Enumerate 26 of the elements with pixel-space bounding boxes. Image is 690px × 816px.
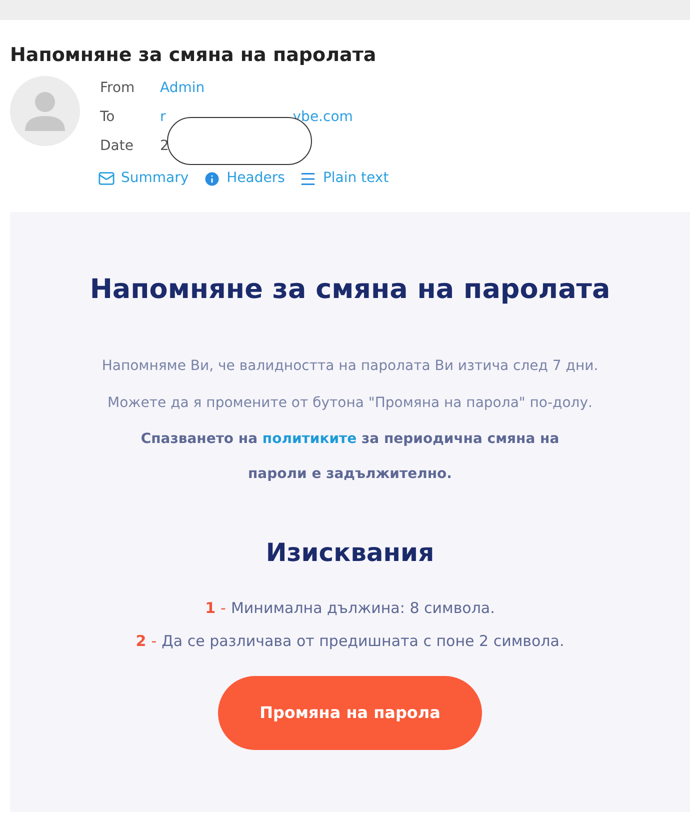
view-link[interactable]: Plain text: [322, 164, 389, 193]
email-subject: Напомняне за смяна на паролата: [10, 43, 378, 68]
sender-link[interactable]: Admin: [160, 74, 205, 103]
policy-link[interactable]: политиките: [262, 431, 357, 447]
info-icon: [202, 170, 221, 188]
requirement-text: Да се различава от предишната с поне 2 символа.: [162, 630, 564, 652]
policy-text: Спазването на политиките за периодична смяна на пароли е задължително.: [140, 430, 560, 484]
body-title: Напомняне за смяна на паролата: [90, 273, 610, 307]
to-label: To: [100, 108, 116, 127]
change-password-button[interactable]: Промяна на парола: [218, 676, 482, 750]
requirement-number: 1: [205, 598, 216, 618]
date-label: Date: [100, 137, 134, 156]
view-link[interactable]: Summary: [121, 164, 189, 193]
dash: -: [220, 598, 226, 618]
requirement-number: 2: [136, 630, 146, 652]
requirement-text: Минимална дължина: 8 символа.: [230, 598, 495, 618]
requirements-title: Изисквания: [266, 537, 434, 569]
envelope-icon: [98, 170, 115, 187]
recipient-start: r: [160, 108, 166, 127]
body-text: Напомняме Ви, че валидността на паролата Ви изтича след 7 дни.: [102, 357, 598, 376]
from-label: From: [100, 79, 136, 98]
person-icon: [23, 89, 67, 133]
view-link[interactable]: Headers: [226, 164, 285, 193]
body-text: Можете да я промените от бутона "Промяна на парола" по-долу.: [108, 394, 592, 413]
dash: -: [151, 630, 157, 652]
date-value: 2: [160, 137, 169, 156]
